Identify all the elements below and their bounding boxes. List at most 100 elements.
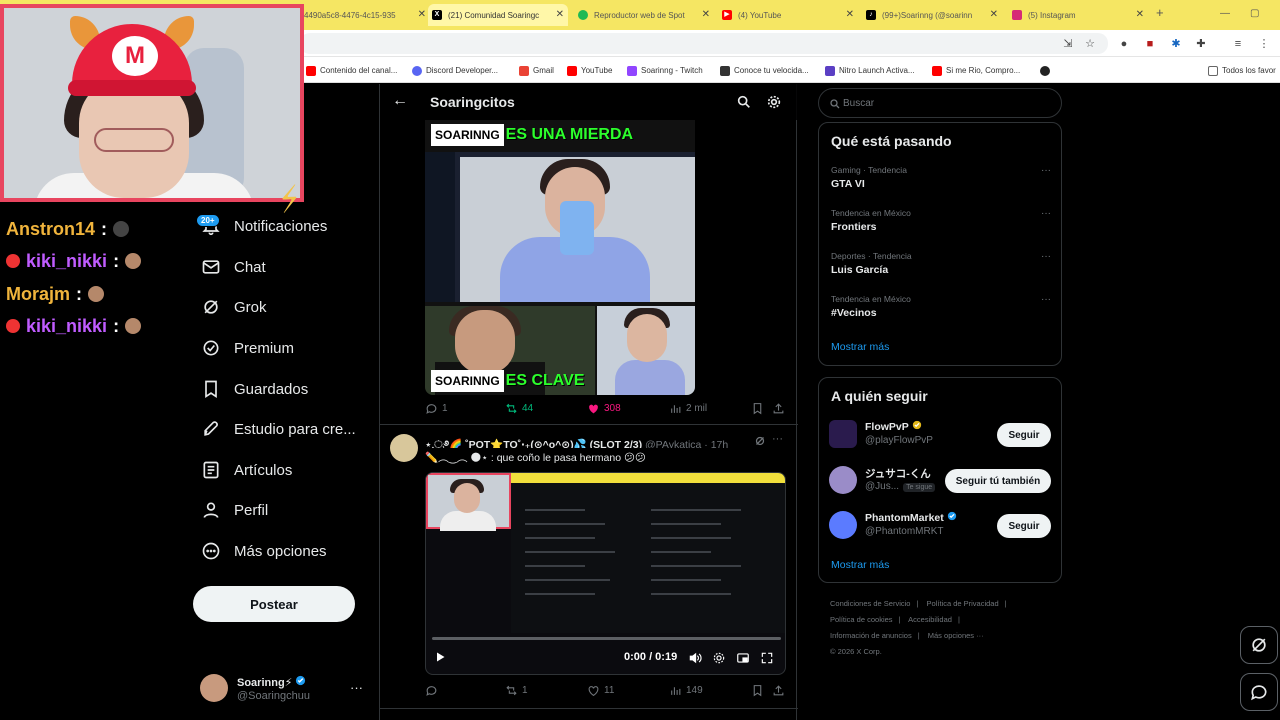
nav-articles[interactable]: Artículos [200,455,292,485]
show-more-trends-link[interactable]: Mostrar más [831,341,889,353]
trend-more-icon[interactable]: ··· [1041,251,1051,262]
bookmark-item[interactable]: Contenido del canal... [306,64,397,77]
post-video[interactable]: 0:00 / 0:19 [425,472,786,675]
browser-tab[interactable]: 4490a5c8-4476-4c15-935 ✕ [300,4,430,26]
extension-icon[interactable]: ✱ [1170,38,1182,50]
post-author-name[interactable]: ⋆.ೃ࿔🌈 ˚POT⭐TO˚‧₊(⊙^o^⊙)💦 (SLOT 2/3) [425,439,642,448]
nav-creator-studio[interactable]: Estudio para cre... [200,414,356,444]
bookmark-item[interactable] [1040,64,1054,77]
post-media-image[interactable]: SOARINNG ES UNA MIERDA SOARINNG ES CLAVE [425,120,695,395]
post-button[interactable]: Postear [193,586,355,622]
star-bookmark-icon[interactable]: ☆ [1084,38,1096,50]
fullscreen-icon[interactable] [760,651,774,665]
settings-icon[interactable] [712,651,726,665]
account-switcher[interactable]: Soarinng⚡ @Soaringchuu ··· [200,672,370,706]
who-to-follow-card: A quién seguir FlowPvP @playFlowPvP Segu… [818,377,1062,583]
puzzle-icon[interactable]: ✚ [1195,38,1207,50]
trend-more-icon[interactable]: ··· [1041,208,1051,219]
trend-item[interactable]: Tendencia en México #Vecinos ··· [831,294,1051,319]
all-bookmarks-folder[interactable]: Todos los favor [1208,64,1276,77]
browser-tab-active[interactable]: X (21) Comunidad Soaringc ✕ [428,4,568,26]
new-tab-button[interactable]: + [1156,5,1164,20]
follow-suggestion[interactable]: ジュサコ-くん @Jus... Te sigue Seguir tú tambié… [829,464,1055,498]
footer-link[interactable]: Accesibilidad [908,615,952,624]
follow-suggestion[interactable]: PhantomMarket @PhantomMRKT Seguir [829,509,1055,543]
maximize-icon[interactable]: ▢ [1250,8,1259,19]
footer-link[interactable]: Información de anuncios [830,631,912,640]
search-input[interactable]: Buscar [818,88,1062,118]
repost-button[interactable]: 44 [505,402,533,415]
extension-icon[interactable]: ■ [1144,38,1156,50]
browser-tab[interactable]: ▶ (4) YouTube ✕ [718,4,858,26]
menu-kebab-icon[interactable]: ⋮ [1258,38,1270,50]
trend-more-icon[interactable]: ··· [1041,294,1051,305]
share-button[interactable] [772,402,789,415]
grok-icon[interactable] [754,435,766,447]
bookmark-item[interactable]: Nitro Launch Activa... [825,64,915,77]
close-tab-icon[interactable]: ✕ [1136,9,1144,20]
browser-tab[interactable]: (5) Instagram ✕ [1008,4,1148,26]
views-button[interactable]: 2 mil [669,402,707,415]
nav-premium[interactable]: Premium [200,333,294,363]
like-button[interactable]: 11 [587,684,614,697]
footer-link[interactable]: Política de cookies [830,615,893,624]
close-tab-icon[interactable]: ✕ [702,9,710,20]
search-icon[interactable] [736,94,752,110]
picture-in-picture-icon[interactable] [736,651,750,665]
bookmark-item[interactable]: YouTube [567,64,612,77]
nav-more-options[interactable]: Más opciones [200,536,327,566]
url-bar[interactable] [300,33,1108,54]
follow-back-button[interactable]: Seguir tú también [945,469,1051,493]
close-tab-icon[interactable]: ✕ [846,9,854,20]
post-more-icon[interactable]: ··· [772,433,783,445]
back-arrow-icon[interactable]: ← [392,92,408,110]
bookmark-item[interactable]: Conoce tu velocida... [720,64,809,77]
trend-item[interactable]: Tendencia en México Frontiers ··· [831,208,1051,233]
install-app-icon[interactable]: ⇲ [1062,38,1074,50]
follow-button[interactable]: Seguir [997,423,1051,447]
media-control-icon[interactable]: ≡ [1232,38,1244,50]
reply-button[interactable] [425,684,442,697]
bookmark-item[interactable]: Si me Rio, Compro... [932,64,1020,77]
video-progress-bar[interactable] [432,637,781,640]
footer-link[interactable]: Condiciones de Servicio [830,599,910,608]
close-tab-icon[interactable]: ✕ [556,9,564,20]
reply-button[interactable]: 1 [425,402,448,415]
account-menu-icon[interactable]: ··· [350,680,363,695]
close-tab-icon[interactable]: ✕ [418,9,426,20]
bookmark-item[interactable]: Gmail [519,64,554,77]
bookmark-item[interactable]: Discord Developer... [412,64,498,77]
trend-item[interactable]: Gaming · Tendencia GTA VI ··· [831,165,1051,190]
messages-floating-button[interactable] [1240,673,1278,711]
browser-tab[interactable]: ♪ (99+)Soarinng (@soarinn ✕ [862,4,1002,26]
play-icon[interactable] [434,651,446,663]
bookmark-item[interactable]: Soarinng - Twitch [627,64,703,77]
avatar[interactable] [390,434,418,462]
extension-icon[interactable]: ● [1118,38,1130,50]
nav-notifications[interactable]: Notificaciones [200,211,327,241]
trend-more-icon[interactable]: ··· [1041,165,1051,176]
footer-link[interactable]: Política de Privacidad [927,599,999,608]
follow-button[interactable]: Seguir [997,514,1051,538]
post-author-handle[interactable]: @PAykatica · 17h [645,439,728,448]
nav-grok[interactable]: Grok [200,292,267,322]
nav-bookmarks[interactable]: Guardados [200,374,308,404]
minimize-icon[interactable]: — [1220,8,1230,19]
nav-chat[interactable]: Chat [200,252,266,282]
browser-tab[interactable]: Reproductor web de Spot ✕ [574,4,714,26]
grok-floating-button[interactable] [1240,626,1278,664]
nav-profile[interactable]: Perfil [200,495,268,525]
share-button[interactable] [772,684,789,697]
bookmark-post-button[interactable] [751,684,768,697]
show-more-follow-link[interactable]: Mostrar más [831,559,889,571]
repost-button[interactable]: 1 [505,684,528,697]
follow-suggestion[interactable]: FlowPvP @playFlowPvP Seguir [829,418,1055,452]
trend-item[interactable]: Deportes · Tendencia Luis García ··· [831,251,1051,276]
bookmark-post-button[interactable] [751,402,768,415]
close-tab-icon[interactable]: ✕ [990,9,998,20]
like-button[interactable]: 308 [587,402,621,415]
footer-link[interactable]: Más opciones ··· [928,631,984,640]
views-button[interactable]: 149 [669,684,703,697]
volume-icon[interactable] [688,651,702,665]
gear-icon[interactable] [766,94,782,110]
